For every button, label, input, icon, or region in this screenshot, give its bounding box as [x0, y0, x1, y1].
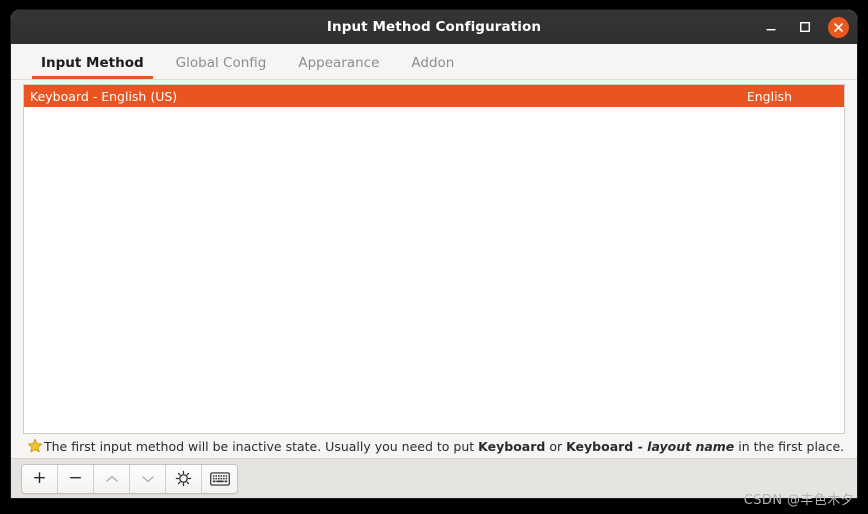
tab-input-method[interactable]: Input Method	[25, 55, 160, 79]
star-icon	[27, 438, 43, 454]
gear-icon	[175, 470, 192, 487]
window-controls	[760, 10, 849, 44]
maximize-icon	[800, 22, 811, 33]
keyboard-icon	[209, 471, 230, 486]
hint-bold-keyboard-layout: Keyboard -	[566, 438, 648, 454]
input-method-name: Keyboard - English (US)	[30, 88, 178, 104]
add-button[interactable]: +	[22, 464, 58, 493]
footer-toolbar: + −	[11, 458, 857, 498]
minimize-button[interactable]	[760, 16, 782, 38]
close-button[interactable]	[828, 16, 849, 38]
maximize-button[interactable]	[794, 16, 816, 38]
hint-bar: The first input method will be inactive …	[23, 434, 845, 458]
application-window: Input Method Configuration Input Method …	[11, 10, 857, 498]
hint-part-1: The first input method will be inactive …	[44, 438, 479, 454]
tab-global-config[interactable]: Global Config	[160, 55, 283, 79]
hint-text: The first input method will be inactive …	[44, 439, 844, 454]
input-method-list[interactable]: Keyboard - English (US) English	[23, 84, 845, 434]
window-title: Input Method Configuration	[326, 19, 542, 35]
input-method-panel: Keyboard - English (US) English The firs…	[11, 80, 857, 458]
tab-appearance[interactable]: Appearance	[282, 55, 395, 79]
hint-bold-keyboard: Keyboard	[478, 438, 546, 454]
hint-part-3: in the first place.	[734, 438, 845, 454]
hint-part-2: or	[545, 438, 567, 454]
hint-italic-layout-name: layout name	[647, 438, 735, 454]
remove-button[interactable]: −	[58, 464, 94, 493]
tab-bar: Input Method Global Config Appearance Ad…	[11, 44, 857, 80]
toolbar-button-group: + −	[21, 463, 238, 494]
plus-icon: +	[32, 468, 47, 488]
title-bar: Input Method Configuration	[11, 10, 857, 44]
screen: Input Method Configuration Input Method …	[0, 0, 868, 514]
minus-icon: −	[68, 468, 83, 488]
move-down-button[interactable]	[130, 464, 166, 493]
close-icon	[834, 22, 843, 32]
keyboard-layout-button[interactable]	[202, 464, 237, 493]
configure-button[interactable]	[166, 464, 202, 493]
chevron-down-icon	[141, 475, 154, 482]
input-method-language: English	[746, 88, 792, 104]
move-up-button[interactable]	[94, 464, 130, 493]
table-row[interactable]: Keyboard - English (US) English	[24, 85, 844, 107]
minimize-icon	[766, 29, 776, 31]
chevron-up-icon	[105, 475, 118, 482]
watermark: CSDN @丰色木夕	[743, 493, 854, 508]
tab-addon[interactable]: Addon	[395, 55, 470, 79]
